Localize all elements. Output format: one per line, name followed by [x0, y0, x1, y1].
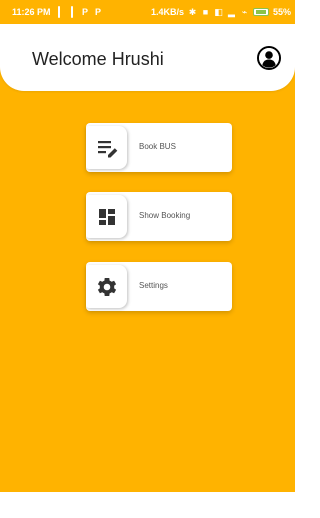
account-circle-icon[interactable]	[257, 46, 281, 70]
bottom-bar	[0, 492, 295, 518]
book-bus-label: Book BUS	[139, 142, 176, 151]
sim-icon: ◧	[214, 6, 223, 17]
show-booking-icon-box	[86, 195, 127, 238]
show-booking-label: Show Booking	[139, 211, 191, 220]
pinterest-icon: P	[82, 6, 89, 17]
settings-icon-box	[86, 265, 127, 308]
wifi-icon: ⌁	[241, 6, 248, 17]
edit-list-icon	[97, 140, 117, 157]
app-header: Welcome Hrushi	[0, 24, 295, 91]
instagram-icon	[68, 5, 77, 18]
bluetooth-icon: ✱	[188, 6, 197, 17]
avatar-icon	[259, 48, 279, 68]
status-time: 11:26 PM	[12, 7, 51, 17]
pinterest-icon: P	[95, 6, 102, 17]
show-booking-button[interactable]: Show Booking	[86, 192, 232, 241]
signal-icon: ▂	[228, 6, 235, 17]
app-screen: 11:26 PM P P 1.4KB/s ✱ ■ ◧ ▂ ⌁ 55% Welco…	[0, 0, 295, 518]
status-right: 1.4KB/s ✱ ■ ◧ ▂ ⌁ 55%	[151, 7, 291, 17]
battery-icon	[252, 8, 269, 16]
instagram-icon	[55, 5, 64, 18]
settings-button[interactable]: Settings	[86, 262, 232, 311]
book-bus-icon-box	[86, 126, 127, 169]
book-bus-button[interactable]: Book BUS	[86, 123, 232, 172]
gear-icon	[97, 277, 116, 296]
settings-label: Settings	[139, 281, 168, 290]
status-left: 11:26 PM P P	[12, 5, 103, 18]
battery-percent: 55%	[272, 7, 291, 17]
dashboard-icon	[98, 208, 115, 225]
status-bar: 11:26 PM P P 1.4KB/s ✱ ■ ◧ ▂ ⌁ 55%	[0, 0, 295, 24]
main-content: Welcome Hrushi Book BUS Show Booking Set…	[0, 24, 295, 492]
volte-icon: ■	[202, 6, 209, 17]
network-speed: 1.4KB/s	[150, 7, 184, 17]
welcome-title: Welcome Hrushi	[32, 49, 164, 69]
